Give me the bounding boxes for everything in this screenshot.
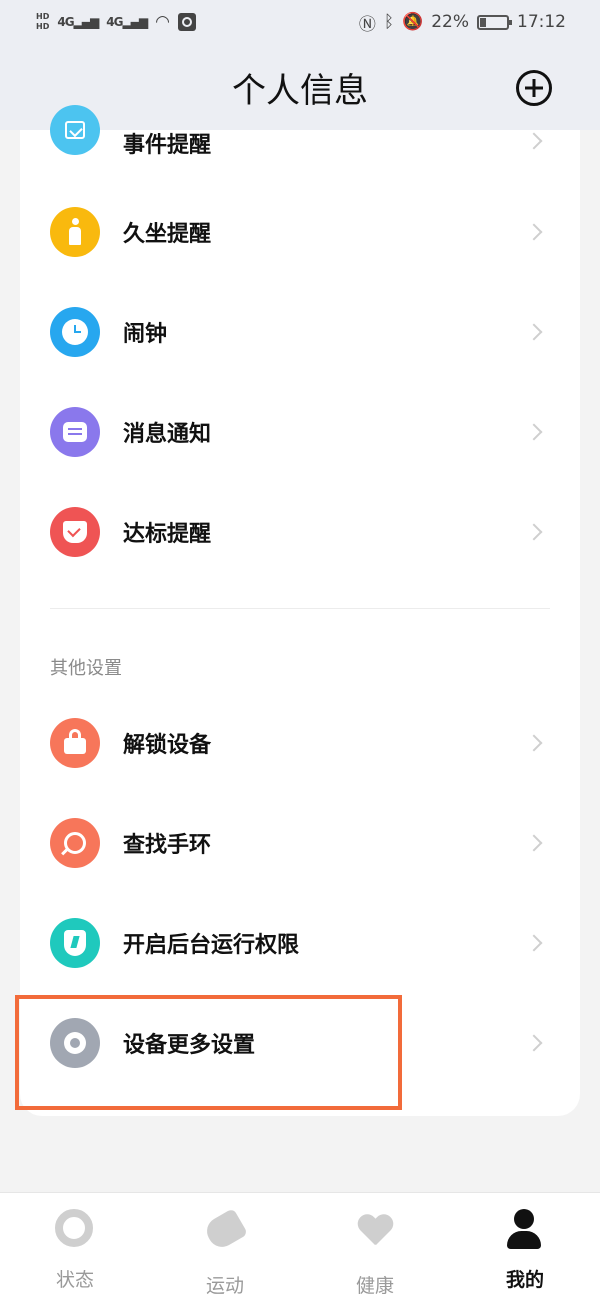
chevron-right-icon <box>525 834 543 852</box>
lock-icon <box>50 718 100 768</box>
hd-label-1: HD <box>36 12 50 21</box>
hd-indicator: HD HD <box>36 12 49 32</box>
list-item-alarm[interactable]: 闹钟 <box>20 282 580 382</box>
list-item-label: 闹钟 <box>123 322 168 347</box>
network-label-2: 4G <box>106 15 123 29</box>
chevron-right-icon <box>525 323 543 341</box>
signal-icon-2: 4G▂▄▆ <box>106 15 148 29</box>
person-icon <box>505 1209 545 1249</box>
mute-icon: 🔕 <box>402 12 424 32</box>
list-item-find-band[interactable]: 查找手环 <box>20 793 580 893</box>
chevron-right-icon <box>525 734 543 752</box>
chevron-right-icon <box>525 523 543 541</box>
list-item-notifications[interactable]: 消息通知 <box>20 382 580 482</box>
list-item-label: 开启后台运行权限 <box>123 933 300 958</box>
chevron-right-icon <box>525 223 543 241</box>
list-item-event-reminder[interactable]: 事件提醒 <box>20 85 580 175</box>
list-item-goal-reminder[interactable]: 达标提醒 <box>20 482 580 582</box>
wifi-icon: ◠ <box>155 12 170 32</box>
list-item-label: 达标提醒 <box>123 522 212 547</box>
bluetooth-icon: ᛒ <box>383 12 395 32</box>
status-left: HD HD 4G▂▄▆ 4G▂▄▆ ◠ <box>36 12 196 32</box>
chevron-right-icon <box>525 934 543 952</box>
settings-card: 事件提醒 久坐提醒 闹钟 消息通知 达标提醒 其他设置 解锁设备 查找手环 开启… <box>20 105 580 1116</box>
goal-badge-icon <box>50 507 100 557</box>
highlight-box <box>15 995 402 1110</box>
nav-label: 健康 <box>355 1275 394 1297</box>
section-title-other-settings: 其他设置 <box>50 658 122 679</box>
bottom-nav: 状态 运动 健康 我的 <box>0 1192 600 1300</box>
shoe-icon <box>201 1208 249 1255</box>
person-standing-icon <box>50 207 100 257</box>
screen-record-icon <box>177 13 196 31</box>
battery-icon <box>477 14 512 30</box>
list-item-label: 查找手环 <box>123 833 212 858</box>
divider <box>50 608 550 609</box>
nav-label: 状态 <box>55 1269 94 1291</box>
nav-tab-me[interactable]: 我的 <box>475 1209 575 1293</box>
chevron-right-icon <box>525 423 543 441</box>
nav-tab-status[interactable]: 状态 <box>25 1209 125 1293</box>
nfc-icon: Ⓝ <box>358 14 376 35</box>
heart-icon <box>355 1215 395 1255</box>
status-right: Ⓝ ᛒ 🔕 22% 17:12 <box>359 10 566 35</box>
battery-percent: 22% <box>431 12 469 32</box>
clock-time: 17:12 <box>517 12 566 32</box>
list-item-sedentary-reminder[interactable]: 久坐提醒 <box>20 182 580 282</box>
status-bar: HD HD 4G▂▄▆ 4G▂▄▆ ◠ Ⓝ ᛒ 🔕 22% 17:12 <box>0 0 600 44</box>
nav-label: 我的 <box>505 1269 544 1291</box>
chevron-right-icon <box>525 1034 543 1052</box>
nav-label: 运动 <box>205 1275 244 1297</box>
search-icon <box>50 818 100 868</box>
shield-icon <box>50 918 100 968</box>
battery-fill <box>480 17 487 27</box>
list-item-label: 久坐提醒 <box>123 222 212 247</box>
signal-icon: 4G▂▄▆ <box>57 15 99 29</box>
nav-tab-exercise[interactable]: 运动 <box>175 1208 275 1297</box>
nav-tab-health[interactable]: 健康 <box>325 1209 425 1297</box>
alarm-clock-icon <box>50 307 100 357</box>
list-item-label: 消息通知 <box>123 422 212 447</box>
status-icon <box>55 1209 95 1249</box>
list-item-background-permission[interactable]: 开启后台运行权限 <box>20 893 580 993</box>
list-item-label: 解锁设备 <box>123 733 212 758</box>
message-icon <box>50 407 100 457</box>
list-item-unlock-device[interactable]: 解锁设备 <box>20 693 580 793</box>
calendar-check-icon <box>50 105 100 155</box>
list-item-label: 事件提醒 <box>123 133 212 158</box>
network-label-1: 4G <box>57 15 74 29</box>
hd-label-2: HD <box>36 22 50 31</box>
chevron-right-icon <box>525 132 543 150</box>
